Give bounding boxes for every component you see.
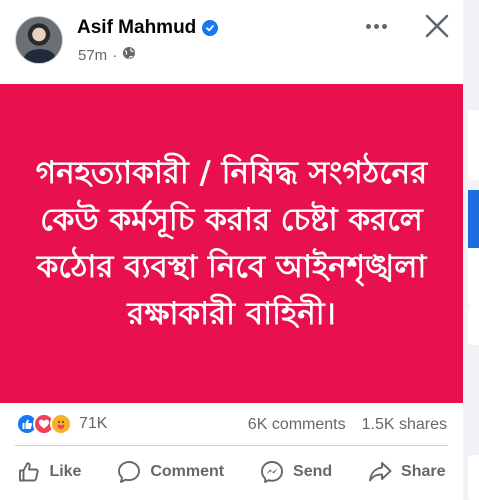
verified-icon bbox=[202, 20, 219, 36]
post-card: Asif Mahmud 57m · গনহত্যাকারী / নিষিদ্ধ … bbox=[0, 0, 463, 500]
share-count[interactable]: 1.5K shares bbox=[362, 416, 447, 434]
share-icon bbox=[367, 459, 393, 485]
like-icon bbox=[17, 460, 41, 484]
send-label: Send bbox=[293, 463, 333, 480]
peek-image bbox=[468, 190, 479, 248]
more-icon[interactable] bbox=[360, 12, 392, 40]
care-reaction-icon bbox=[50, 413, 72, 435]
post-meta: 57m · bbox=[78, 46, 136, 64]
comment-count[interactable]: 6K comments bbox=[248, 416, 346, 434]
share-button[interactable]: Share bbox=[359, 453, 453, 491]
like-button[interactable]: Like bbox=[9, 454, 89, 490]
peek-card bbox=[468, 110, 479, 180]
send-icon bbox=[259, 459, 285, 485]
peek-card bbox=[468, 455, 479, 500]
actions-divider bbox=[15, 445, 448, 446]
reactions-summary[interactable]: 71K bbox=[16, 413, 107, 435]
globe-icon bbox=[122, 46, 136, 64]
post-actions: Like Comment Send Share bbox=[0, 452, 463, 492]
post-image[interactable]: গনহত্যাকারী / নিষিদ্ধ সংগঠনের কেউ কর্মসূ… bbox=[0, 84, 463, 403]
send-button[interactable]: Send bbox=[251, 453, 340, 491]
comment-icon bbox=[116, 459, 142, 485]
post-image-text: গনহত্যাকারী / নিষিদ্ধ সংগঠনের কেউ কর্মসূ… bbox=[35, 154, 428, 332]
comment-label: Comment bbox=[150, 463, 225, 480]
comment-button[interactable]: Comment bbox=[108, 453, 232, 491]
peek-card bbox=[468, 305, 479, 345]
meta-separator: · bbox=[112, 46, 118, 64]
like-label: Like bbox=[49, 463, 82, 480]
share-label: Share bbox=[401, 463, 446, 480]
feed-peek-strip bbox=[463, 0, 479, 500]
close-icon[interactable] bbox=[421, 10, 453, 42]
reaction-count: 71K bbox=[79, 415, 108, 432]
author-name[interactable]: Asif Mahmud bbox=[77, 17, 196, 39]
engagement-counts: 6K comments 1.5K shares bbox=[248, 416, 447, 434]
post-time[interactable]: 57m bbox=[78, 47, 107, 64]
author-avatar[interactable] bbox=[15, 16, 63, 64]
author-row: Asif Mahmud bbox=[77, 17, 219, 39]
